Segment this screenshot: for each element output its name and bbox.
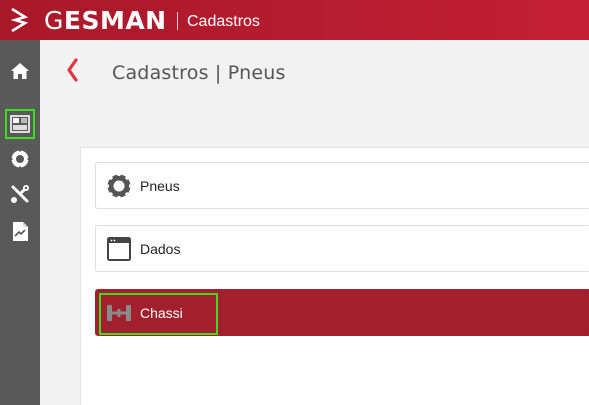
list-item-dados[interactable]: Dados	[95, 225, 589, 272]
main-content: Cadastros | Pneus Pneus Dados Chassi	[40, 40, 589, 405]
brand-name: GESMAN	[44, 6, 167, 35]
gesman-logo-icon	[10, 7, 29, 33]
tire-icon	[106, 173, 132, 199]
back-chevron-icon[interactable]	[64, 57, 80, 83]
sidebar-item-dashboard[interactable]	[5, 109, 35, 139]
registry-panel: Pneus Dados Chassi	[80, 147, 589, 405]
home-icon	[11, 63, 29, 79]
page-title: Cadastros | Pneus	[112, 62, 286, 84]
sidebar-item-tires[interactable]	[5, 144, 35, 174]
list-item-pneus[interactable]: Pneus	[95, 162, 589, 209]
dashboard-icon	[10, 115, 30, 133]
sidebar-item-reports[interactable]	[5, 216, 35, 246]
tools-icon	[11, 185, 29, 203]
focus-highlight	[99, 293, 218, 335]
brand-divider	[177, 12, 178, 30]
tire-icon	[10, 149, 30, 169]
brand-initial: G	[44, 6, 64, 35]
sidebar-item-home[interactable]	[5, 56, 35, 86]
top-bar: GESMAN Cadastros	[0, 0, 589, 40]
window-icon	[107, 237, 131, 261]
list-item-label: Dados	[140, 241, 181, 257]
section-title: Cadastros	[187, 13, 260, 30]
brand-rest: ESMAN	[63, 6, 167, 35]
list-item-chassi[interactable]: Chassi	[95, 289, 589, 336]
sidebar-item-tools[interactable]	[5, 179, 35, 209]
list-item-label: Pneus	[140, 178, 180, 194]
report-icon	[13, 221, 28, 241]
sidebar	[0, 40, 40, 405]
